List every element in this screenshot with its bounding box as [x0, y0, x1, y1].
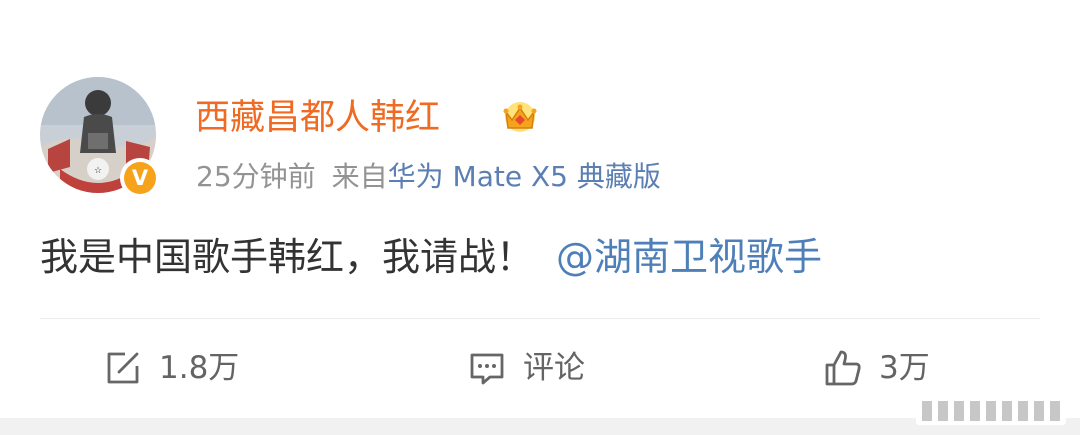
post-text: 我是中国歌手韩红，我请战！ @湖南卫视歌手 — [40, 230, 822, 284]
weibo-post: ☆ V 西藏昌都人韩红 25分钟前 来自华为 Mate X5 典藏版 我是中国歌手… — [0, 0, 1080, 435]
post-time: 25分钟前 — [196, 160, 316, 193]
divider — [40, 318, 1040, 319]
repost-count: 1.8万 — [159, 350, 240, 386]
vip-crown-icon — [503, 102, 537, 132]
username[interactable]: 西藏昌都人韩红 — [195, 96, 440, 140]
verified-v-icon: V — [124, 162, 156, 194]
post-meta: 25分钟前 来自华为 Mate X5 典藏版 — [196, 157, 661, 197]
comment-icon — [470, 353, 504, 385]
post-body: 我是中国歌手韩红，我请战！ — [40, 235, 535, 279]
watermark-placeholder — [916, 397, 1066, 425]
comment-label: 评论 — [523, 350, 585, 386]
svg-text:☆: ☆ — [94, 166, 102, 176]
verified-badge: V — [120, 158, 160, 198]
like-button[interactable]: 3万 — [823, 340, 930, 396]
like-count: 3万 — [879, 350, 930, 386]
mention-link[interactable]: @湖南卫视歌手 — [556, 235, 822, 279]
comment-button[interactable]: 评论 — [467, 340, 585, 396]
thumbs-up-icon — [825, 350, 861, 386]
repost-button[interactable]: 1.8万 — [103, 340, 239, 396]
source-prefix: 来自 — [331, 160, 388, 193]
device-link[interactable]: 华为 Mate X5 典藏版 — [388, 160, 661, 193]
share-icon — [107, 352, 139, 384]
